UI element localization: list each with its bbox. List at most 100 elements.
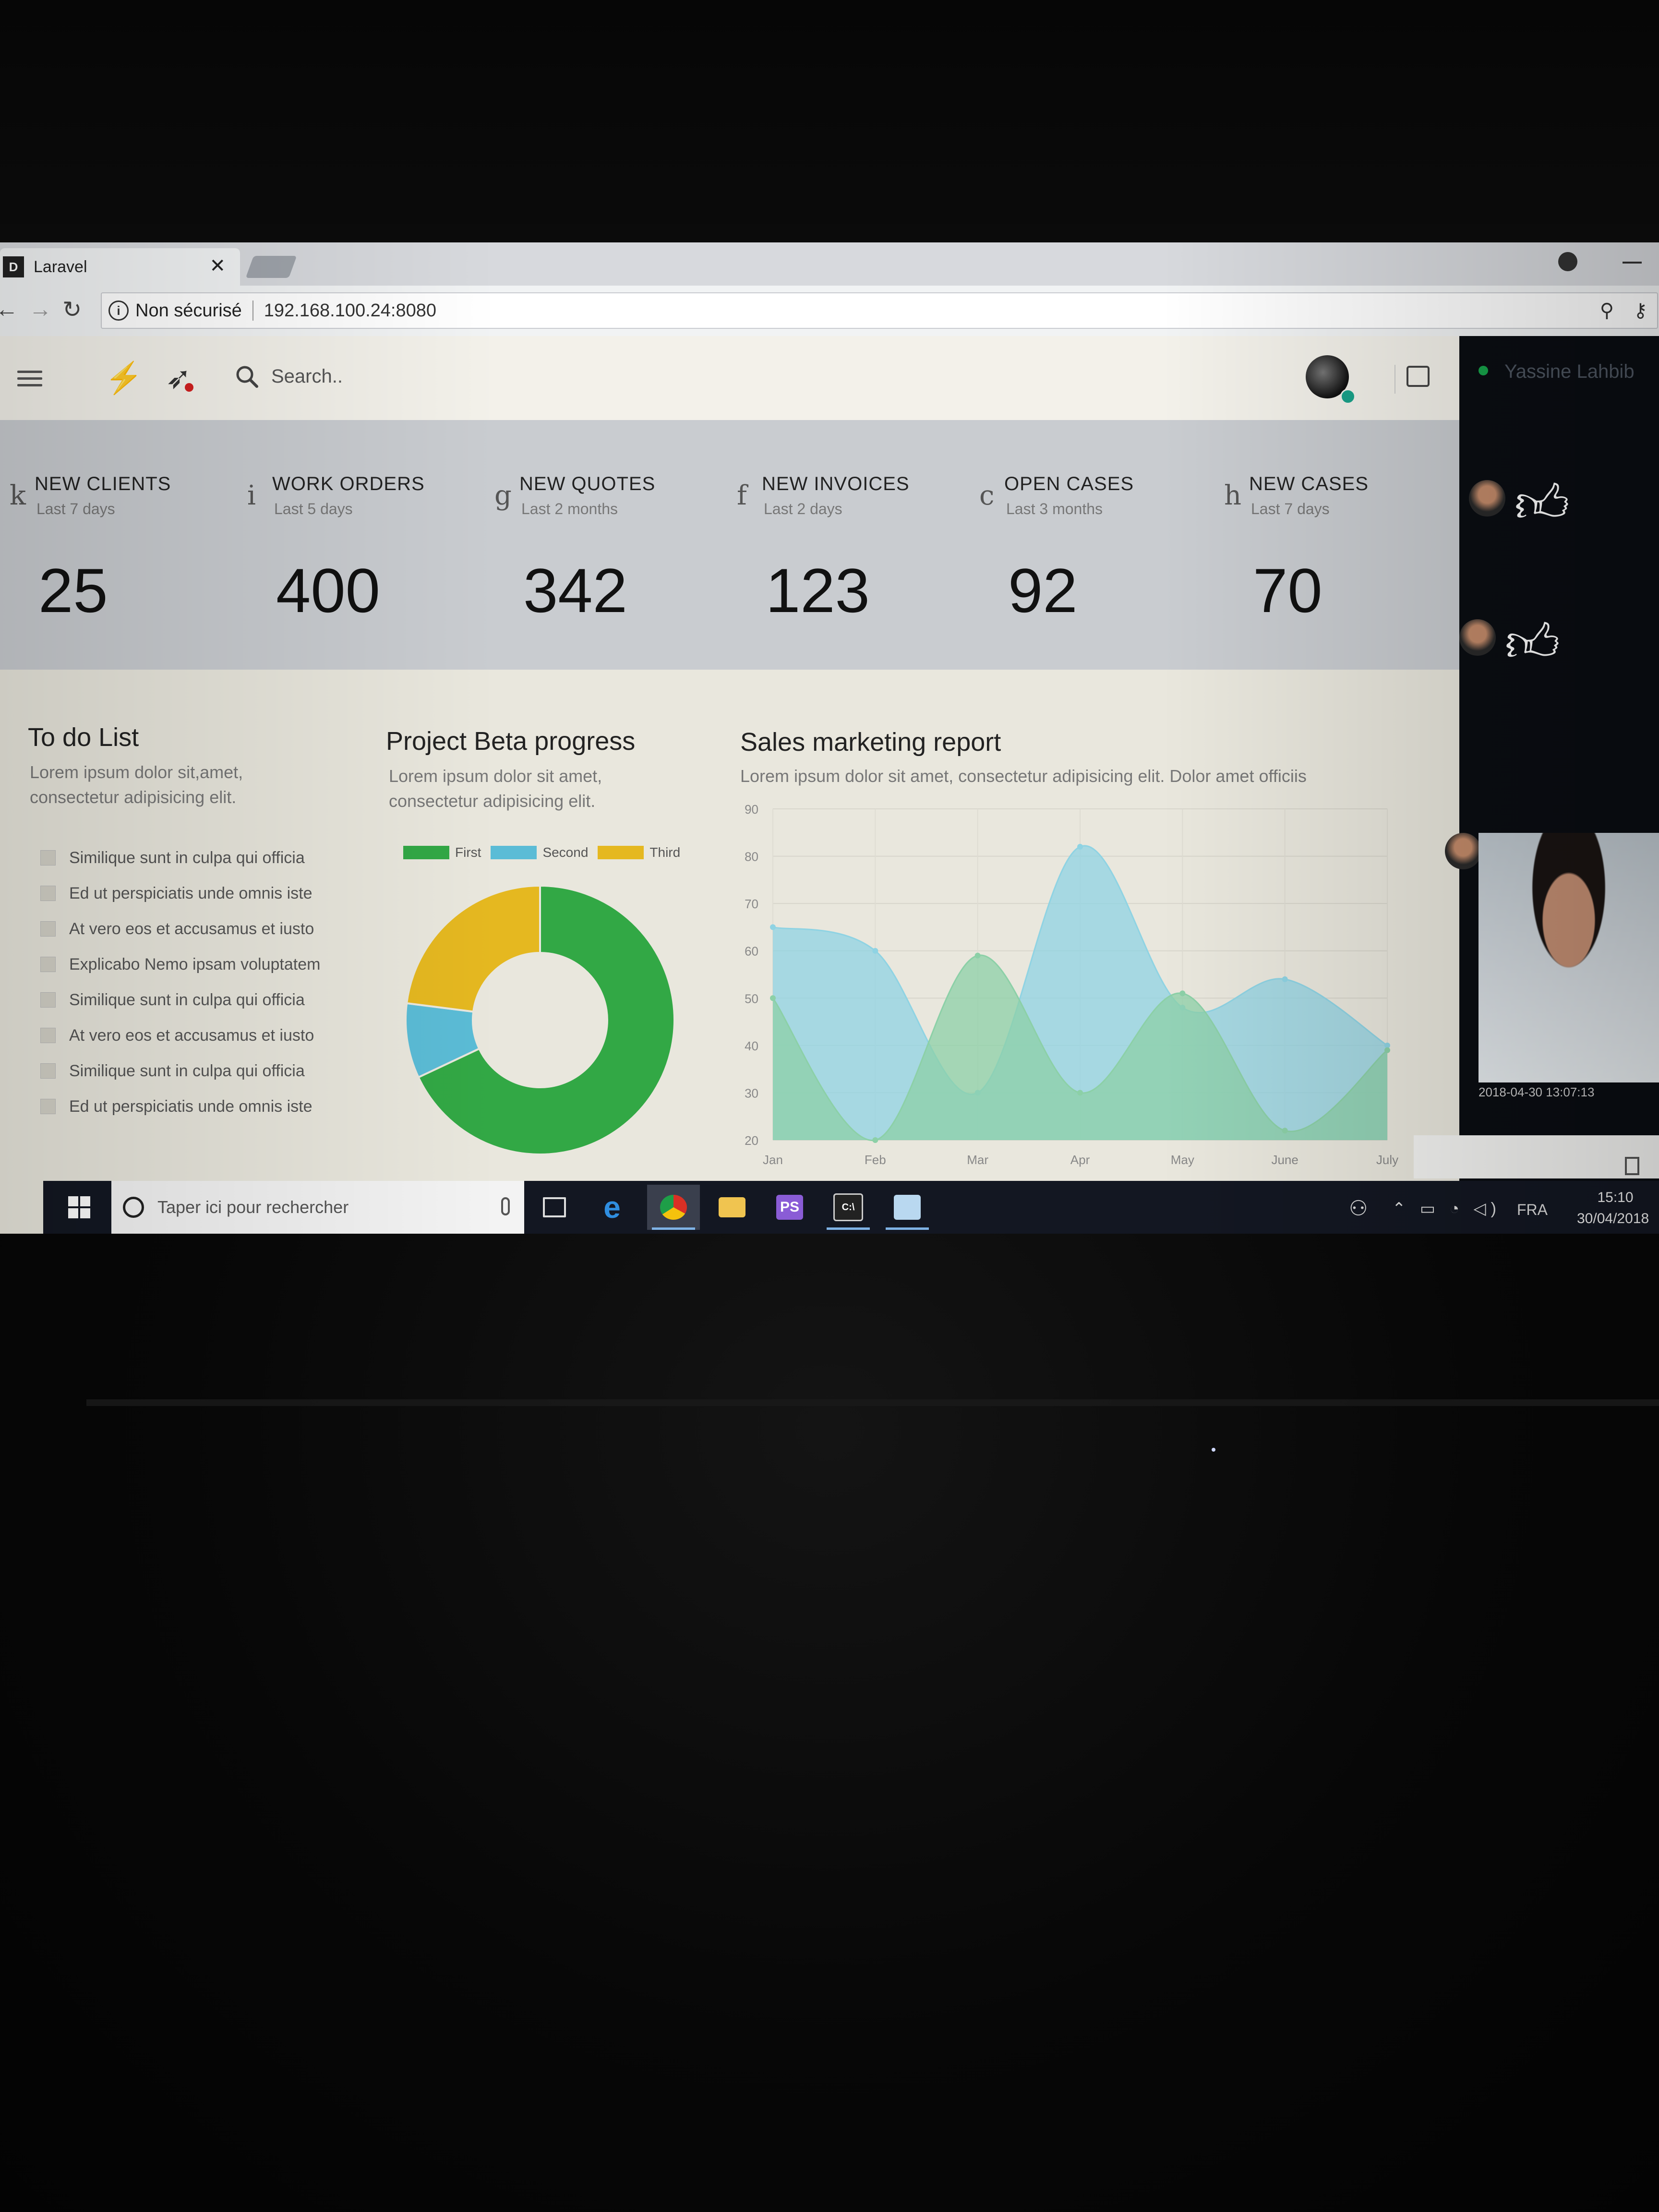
- bolt-icon[interactable]: ⚡: [105, 360, 143, 396]
- stat-card-new-cases[interactable]: h NEW CASES Last 7 days 70: [1224, 466, 1455, 638]
- edge-button[interactable]: e: [586, 1185, 638, 1230]
- key-icon[interactable]: ⚷: [1634, 300, 1647, 322]
- stat-title: WORK ORDERS: [272, 473, 425, 494]
- list-item[interactable]: At vero eos et accusamus et iusto: [40, 911, 367, 947]
- monitor-bezel-top: [0, 0, 1659, 242]
- data-point[interactable]: [872, 948, 878, 954]
- list-item[interactable]: Ed ut perspiciatis unde omnis iste: [40, 876, 367, 911]
- terminal-icon: C:\: [833, 1193, 863, 1221]
- zoom-icon[interactable]: ⚲: [1600, 300, 1614, 322]
- task-view-button[interactable]: [528, 1185, 581, 1230]
- todo-checkbox[interactable]: [40, 1063, 56, 1079]
- back-arrow-icon[interactable]: ←: [0, 296, 18, 323]
- legend-label: First: [455, 845, 481, 860]
- x-tick-label: May: [1171, 1153, 1194, 1167]
- todo-checkbox[interactable]: [40, 957, 56, 972]
- data-point[interactable]: [1179, 990, 1186, 997]
- chat-input[interactable]: [1414, 1135, 1659, 1178]
- list-item[interactable]: At vero eos et accusamus et iusto: [40, 1018, 367, 1053]
- microphone-icon[interactable]: [501, 1197, 510, 1215]
- legend-item[interactable]: Second: [491, 845, 588, 860]
- sales-area-chart: 90 80 70 60 50 40 30 20 Jan Feb Mar Apr May June July: [745, 802, 1398, 1167]
- security-label[interactable]: Non sécurisé: [135, 301, 242, 321]
- tab-title: Laravel: [34, 257, 87, 276]
- y-tick-label: 70: [745, 897, 758, 911]
- browser-tab[interactable]: D Laravel ✕: [0, 248, 240, 286]
- data-point[interactable]: [770, 924, 776, 930]
- minimize-icon[interactable]: [1623, 262, 1642, 264]
- clock-date[interactable]: 30/04/2018: [1577, 1211, 1649, 1227]
- edge-icon: e: [603, 1190, 621, 1225]
- browser-toolbar: ← → ↻ i Non sécurisé 192.168.100.24:8080…: [0, 286, 1659, 336]
- cortana-icon[interactable]: [123, 1197, 144, 1218]
- file-explorer-button[interactable]: [706, 1185, 758, 1230]
- stat-icon: h: [1224, 480, 1242, 511]
- data-point[interactable]: [1077, 843, 1083, 850]
- taskbar-search[interactable]: Taper ici pour rechercher: [111, 1181, 524, 1234]
- url-text[interactable]: 192.168.100.24:8080: [264, 301, 436, 321]
- search-icon[interactable]: [233, 362, 262, 391]
- new-tab-button[interactable]: [245, 256, 297, 278]
- stat-value: 342: [523, 555, 627, 625]
- terminal-button[interactable]: C:\: [822, 1185, 875, 1230]
- clock-time[interactable]: 15:10: [1587, 1190, 1644, 1206]
- stat-title: NEW INVOICES: [762, 473, 910, 494]
- todo-checkbox[interactable]: [40, 1099, 56, 1114]
- stat-card-new-invoices[interactable]: f NEW INVOICES Last 2 days 123: [737, 466, 967, 638]
- data-point[interactable]: [1282, 1128, 1288, 1134]
- legend-item[interactable]: Third: [598, 845, 680, 860]
- profile-icon[interactable]: [1558, 252, 1577, 271]
- data-point[interactable]: [1282, 976, 1288, 982]
- todo-checkbox[interactable]: [40, 1028, 56, 1043]
- phpstorm-button[interactable]: PS: [763, 1185, 816, 1230]
- notes-button[interactable]: [881, 1185, 934, 1230]
- hamburger-menu-icon[interactable]: [17, 371, 42, 387]
- stat-card-open-cases[interactable]: c OPEN CASES Last 3 months 92: [979, 466, 1210, 638]
- attachment-icon[interactable]: [1625, 1157, 1639, 1175]
- forward-arrow-icon[interactable]: →: [29, 296, 52, 323]
- todo-checkbox[interactable]: [40, 850, 56, 866]
- data-point[interactable]: [974, 952, 981, 959]
- legend-label: Third: [649, 845, 681, 860]
- windows-start-icon[interactable]: [68, 1196, 90, 1218]
- chrome-icon: [660, 1195, 687, 1220]
- stat-card-new-clients[interactable]: k NEW CLIENTS Last 7 days 25: [10, 466, 240, 638]
- list-item[interactable]: Similique sunt in culpa qui officia: [40, 840, 367, 876]
- taskbar-search-input[interactable]: Taper ici pour rechercher: [157, 1197, 349, 1217]
- data-point[interactable]: [1077, 1090, 1083, 1096]
- address-bar[interactable]: i Non sécurisé 192.168.100.24:8080 ⚲ ⚷: [101, 292, 1658, 329]
- list-item[interactable]: Similique sunt in culpa qui officia: [40, 1053, 367, 1089]
- todo-item-text: Similique sunt in culpa qui officia: [69, 848, 305, 867]
- donut-chart: [405, 884, 675, 1155]
- legend-item[interactable]: First: [403, 845, 481, 860]
- data-point[interactable]: [872, 1137, 878, 1143]
- keyboard-language[interactable]: FRA: [1517, 1201, 1548, 1219]
- stat-value: 70: [1253, 555, 1322, 625]
- donut-slice-third[interactable]: [405, 884, 541, 1013]
- data-point[interactable]: [770, 995, 776, 1001]
- avatar: [1459, 619, 1496, 656]
- people-icon[interactable]: ⚇: [1349, 1196, 1368, 1221]
- x-tick-label: July: [1376, 1153, 1398, 1167]
- stat-card-new-quotes[interactable]: g NEW QUOTES Last 2 months 342: [494, 466, 725, 638]
- x-tick-label: Jan: [763, 1153, 783, 1167]
- stat-card-work-orders[interactable]: i WORK ORDERS Last 5 days 400: [247, 466, 478, 638]
- search-input[interactable]: Search..: [271, 366, 343, 387]
- todo-checkbox[interactable]: [40, 992, 56, 1008]
- chat-icon[interactable]: [1407, 366, 1430, 387]
- todo-item-text: At vero eos et accusamus et iusto: [69, 919, 314, 938]
- stat-subtitle: Last 5 days: [274, 500, 353, 517]
- tab-close-icon[interactable]: ✕: [209, 255, 226, 277]
- system-tray-icons[interactable]: ⌃ ▭ ◔ ◁): [1392, 1199, 1501, 1218]
- online-user-name[interactable]: Yassine Lahbib: [1504, 361, 1635, 383]
- list-item[interactable]: Similique sunt in culpa qui officia: [40, 982, 367, 1018]
- todo-checkbox[interactable]: [40, 921, 56, 937]
- reload-icon[interactable]: ↻: [62, 296, 82, 323]
- chrome-button[interactable]: [647, 1185, 700, 1230]
- list-item[interactable]: Ed ut perspiciatis unde omnis iste: [40, 1089, 367, 1124]
- todo-checkbox[interactable]: [40, 886, 56, 901]
- info-icon[interactable]: i: [108, 301, 129, 321]
- data-point[interactable]: [1384, 1047, 1390, 1053]
- legend-swatch: [403, 846, 449, 859]
- list-item[interactable]: Explicabo Nemo ipsam voluptatem: [40, 947, 367, 982]
